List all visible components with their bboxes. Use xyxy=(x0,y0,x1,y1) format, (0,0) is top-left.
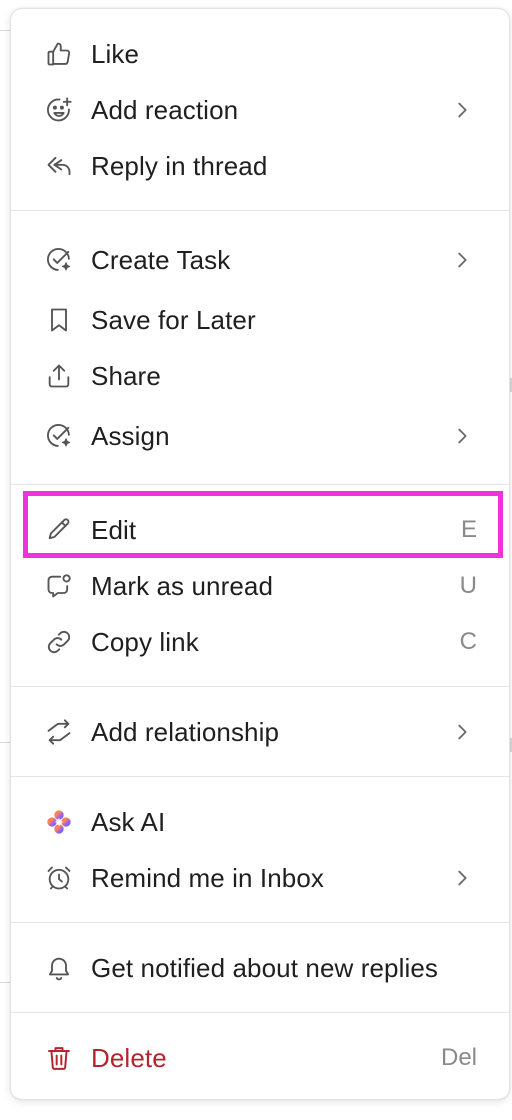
alarm-clock-icon xyxy=(45,864,73,892)
bell-icon xyxy=(45,954,73,982)
chevron-right-icon xyxy=(458,724,467,740)
menu-item-label: Create Task xyxy=(91,244,231,275)
menu-item-label: Delete xyxy=(91,1042,167,1073)
menu-item-save-for-later[interactable]: Save for Later xyxy=(11,292,509,348)
menu-item-add-reaction[interactable]: Add reaction xyxy=(11,82,509,138)
menu-item-label: Share xyxy=(91,360,161,391)
menu-item-like[interactable]: Like xyxy=(11,26,509,82)
ai-sparkle-icon xyxy=(45,808,73,836)
menu-divider xyxy=(11,210,509,211)
share-upload-icon xyxy=(45,362,73,390)
task-check-icon xyxy=(45,246,73,274)
menu-item-copy-link[interactable]: Copy link C xyxy=(11,614,509,670)
menu-item-remind-me-in-inbox[interactable]: Remind me in Inbox xyxy=(11,850,509,906)
relationship-arrows-icon xyxy=(45,718,73,746)
menu-item-mark-as-unread[interactable]: Mark as unread U xyxy=(11,558,509,614)
menu-item-label: Save for Later xyxy=(91,304,256,335)
menu-item-reply-in-thread[interactable]: Reply in thread xyxy=(11,138,509,194)
menu-item-label: Copy link xyxy=(91,626,199,657)
keyboard-shortcut: Del xyxy=(440,1044,477,1071)
chevron-right-icon xyxy=(458,870,467,886)
menu-item-label: Reply in thread xyxy=(91,150,268,181)
keyboard-shortcut: U xyxy=(459,572,477,599)
menu-item-label: Remind me in Inbox xyxy=(91,862,325,893)
background-divider xyxy=(0,30,10,31)
menu-item-label: Like xyxy=(91,38,140,69)
menu-item-label: Edit xyxy=(91,514,137,545)
menu-item-label: Ask AI xyxy=(91,806,166,837)
menu-item-edit[interactable]: Edit E xyxy=(11,502,509,558)
emoji-add-icon xyxy=(45,96,73,124)
keyboard-shortcut: E xyxy=(460,516,477,543)
menu-item-create-task[interactable]: Create Task xyxy=(11,232,509,288)
menu-item-label: Assign xyxy=(91,420,170,451)
pencil-icon xyxy=(45,516,73,544)
thumbs-up-icon xyxy=(45,40,73,68)
menu-divider xyxy=(11,922,509,923)
bookmark-icon xyxy=(45,306,73,334)
background-divider xyxy=(0,742,10,743)
reply-icon xyxy=(45,152,73,180)
menu-divider xyxy=(11,1012,509,1013)
menu-divider xyxy=(11,776,509,777)
background-divider xyxy=(0,982,10,983)
link-icon xyxy=(45,628,73,656)
menu-item-label: Add relationship xyxy=(91,716,280,747)
chevron-right-icon xyxy=(458,252,467,268)
menu-item-label: Get notified about new replies xyxy=(91,952,438,983)
menu-item-delete[interactable]: Delete Del xyxy=(11,1030,509,1086)
menu-item-share[interactable]: Share xyxy=(11,348,509,404)
menu-divider xyxy=(11,686,509,687)
menu-item-add-relationship[interactable]: Add relationship xyxy=(11,704,509,760)
menu-item-ask-ai[interactable]: Ask AI xyxy=(11,794,509,850)
keyboard-shortcut: C xyxy=(459,628,477,655)
menu-item-get-notified[interactable]: Get notified about new replies xyxy=(11,940,509,996)
menu-item-label: Add reaction xyxy=(91,94,239,125)
unread-bubble-icon xyxy=(45,572,73,600)
trash-icon xyxy=(45,1044,73,1072)
menu-item-label: Mark as unread xyxy=(91,570,274,601)
menu-divider xyxy=(11,484,509,485)
menu-item-assign[interactable]: Assign xyxy=(11,408,509,464)
assign-check-icon xyxy=(45,422,73,450)
chevron-right-icon xyxy=(458,428,467,444)
message-context-menu: Like Add reaction Reply in thread Create… xyxy=(10,8,510,1100)
chevron-right-icon xyxy=(458,102,467,118)
